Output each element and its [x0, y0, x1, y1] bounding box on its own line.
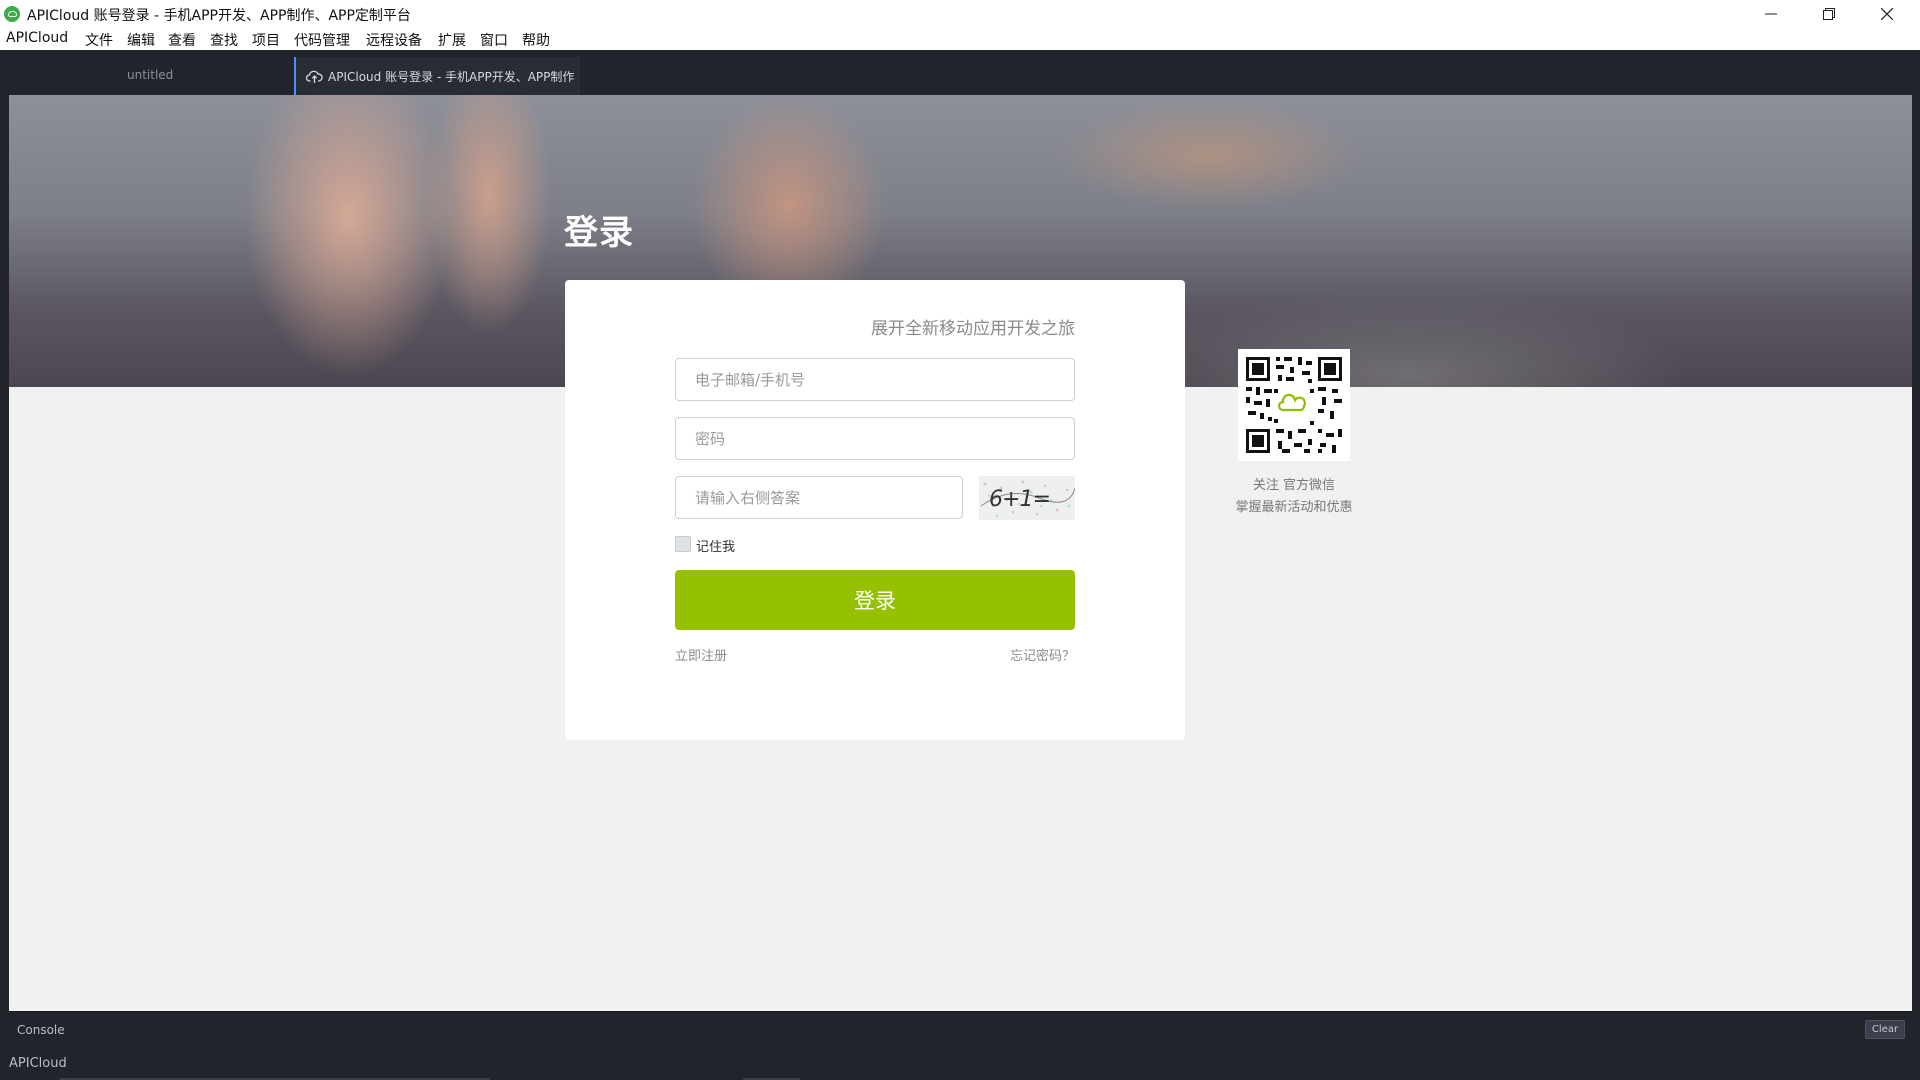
cloud-upload-icon [306, 70, 323, 83]
menu-project[interactable]: 项目 [252, 30, 280, 50]
window-title: APICloud 账号登录 - 手机APP开发、APP制作、APP定制平台 [27, 8, 411, 24]
menu-extensions[interactable]: 扩展 [438, 30, 466, 50]
console-panel: Console Clear [9, 1011, 1912, 1046]
close-icon [1881, 8, 1893, 20]
captcha-input[interactable] [675, 476, 963, 519]
captcha-text: 6+1= [989, 487, 1051, 512]
menu-window[interactable]: 窗口 [480, 30, 508, 50]
browser-viewport: 登录 展开全新移动应用开发之旅 6+1= [9, 95, 1912, 1011]
menu-file[interactable]: 文件 [85, 30, 113, 50]
remember-me-label[interactable]: 记住我 [696, 536, 735, 555]
console-clear-button[interactable]: Clear [1865, 1020, 1905, 1039]
menu-help[interactable]: 帮助 [522, 30, 550, 50]
tab-untitled[interactable]: untitled [0, 57, 294, 95]
tab-label: APICloud 账号登录 - 手机APP开发、APP制作、APP定制平台 [328, 70, 574, 84]
slogan-text: 展开全新移动应用开发之旅 [871, 319, 1075, 339]
console-label: Console [17, 1023, 65, 1037]
menu-vcs[interactable]: 代码管理 [294, 30, 350, 50]
captcha-image[interactable]: 6+1= [979, 476, 1075, 520]
status-label: APICloud [9, 1056, 67, 1071]
status-bar: APICloud [0, 1045, 1920, 1080]
qr-caption: 关注 官方微信 掌握最新活动和优惠 [1189, 475, 1399, 519]
menu-find[interactable]: 查找 [210, 30, 238, 50]
menu-remote-device[interactable]: 远程设备 [366, 30, 422, 50]
page-title: 登录 [564, 213, 634, 253]
login-card: 展开全新移动应用开发之旅 6+1= 记住我 [565, 280, 1185, 740]
menu-apicloud[interactable]: APICloud [6, 30, 68, 46]
close-button[interactable] [1864, 0, 1910, 29]
minimize-icon [1765, 13, 1777, 15]
tab-bar: untitled APICloud 账号登录 - 手机APP开发、APP制作、A… [0, 50, 1920, 95]
menu-edit[interactable]: 编辑 [127, 30, 155, 50]
restore-icon [1823, 8, 1835, 20]
title-bar: APICloud 账号登录 - 手机APP开发、APP制作、APP定制平台 [0, 0, 1920, 29]
qr-caption-line1: 关注 官方微信 [1252, 478, 1336, 493]
qr-caption-line2: 掌握最新活动和优惠 [1235, 500, 1353, 515]
register-link[interactable]: 立即注册 [675, 645, 727, 664]
tab-label: untitled [127, 68, 174, 82]
minimize-button[interactable] [1748, 0, 1794, 29]
login-button[interactable]: 登录 [675, 570, 1075, 630]
account-input[interactable] [675, 358, 1075, 401]
menu-view[interactable]: 查看 [168, 30, 196, 50]
apicloud-logo-icon [4, 6, 20, 22]
forgot-password-link[interactable]: 忘记密码？ [1010, 645, 1075, 664]
password-input[interactable] [675, 417, 1075, 460]
remember-me-checkbox[interactable] [675, 536, 691, 552]
menu-bar: APICloud 文件 编辑 查看 查找 项目 代码管理 远程设备 扩展 窗口 … [0, 29, 1920, 50]
restore-button[interactable] [1806, 0, 1852, 29]
tab-apicloud-login[interactable]: APICloud 账号登录 - 手机APP开发、APP制作、APP定制平台 [294, 57, 580, 95]
wechat-qr-code [1238, 349, 1350, 461]
